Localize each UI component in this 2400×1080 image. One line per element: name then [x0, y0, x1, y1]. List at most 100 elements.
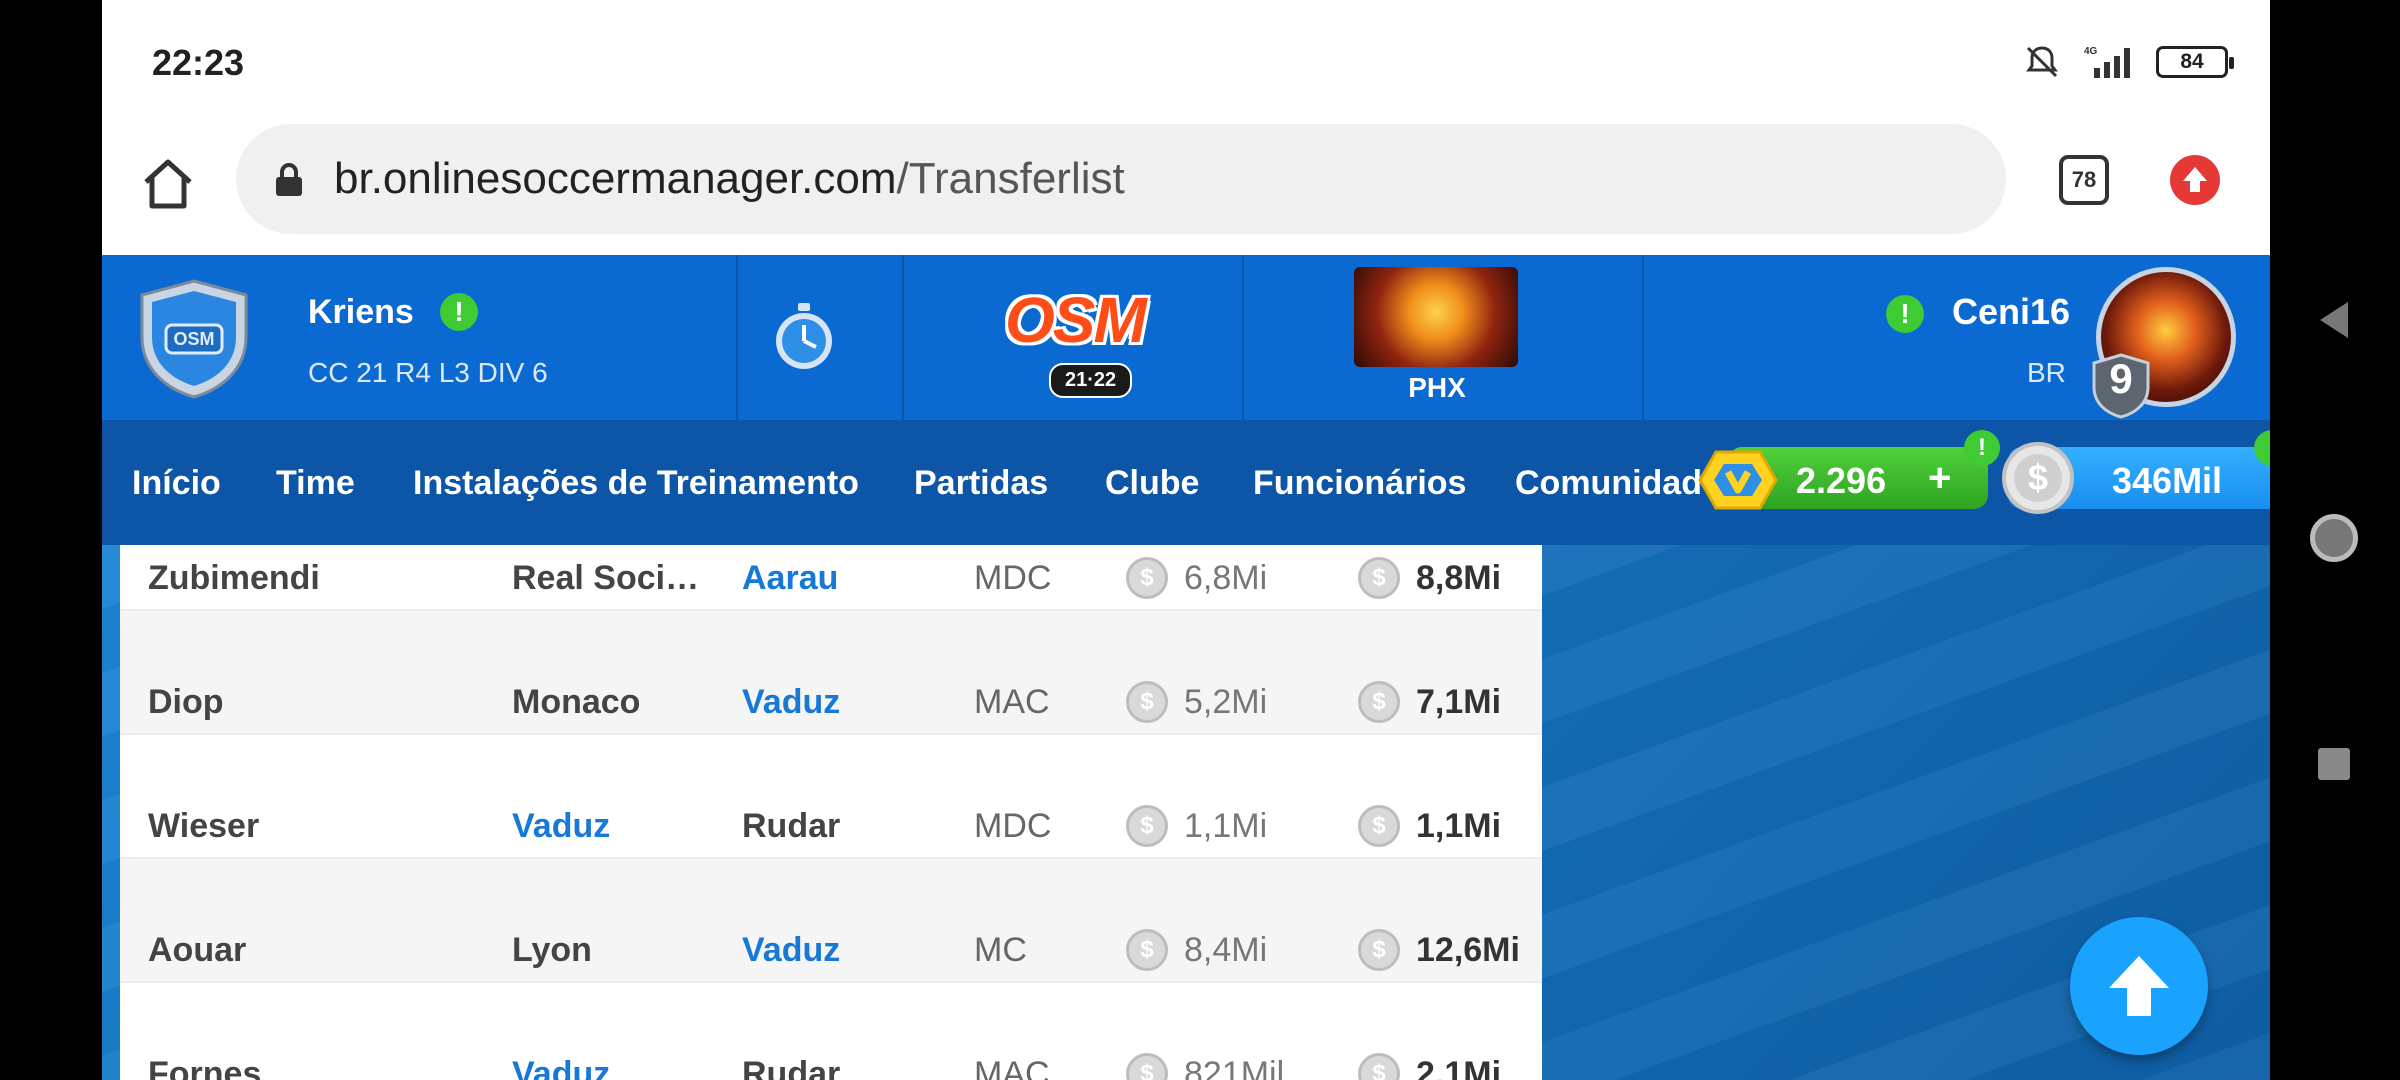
transfer-row[interactable]: Diop Monaco Vaduz MAC $5,2Mi $7,1Mi [120, 611, 1542, 735]
cash-value: 346Mil [2112, 460, 2223, 501]
header-divider [1642, 255, 1644, 420]
header-divider [902, 255, 904, 420]
coins-value: 2.296 [1796, 460, 1887, 501]
system-home-button[interactable] [2310, 514, 2358, 562]
player-name[interactable]: Aouar [148, 931, 246, 970]
player-value: 8,4Mi [1184, 931, 1268, 969]
transfer-price: 2,1Mi [1416, 1055, 1502, 1080]
club-alert-icon[interactable]: ! [440, 293, 478, 331]
main-navigation: Início Time Instalações de Treinamento P… [102, 420, 2270, 545]
nav-item-funcionarios[interactable]: Funcionários [1253, 464, 1466, 503]
add-coins-button[interactable]: + [1928, 456, 1951, 501]
to-club: Rudar [742, 807, 841, 845]
nav-item-clube[interactable]: Clube [1105, 464, 1199, 503]
coin-icon: $ [1126, 929, 1168, 971]
to-club: Rudar [742, 1055, 841, 1080]
coin-icon: $ [1358, 929, 1400, 971]
player-value: 6,8Mi [1184, 559, 1268, 597]
transfer-price: 8,8Mi [1416, 559, 1502, 597]
header-divider [736, 255, 738, 420]
coin-icon: $ [1358, 557, 1400, 599]
coin-icon: $ [1358, 681, 1400, 723]
boss-coins-icon [1698, 450, 1778, 510]
from-club: Real Soci… [512, 559, 700, 597]
svg-text:4G: 4G [2084, 46, 2098, 57]
scroll-to-top-button[interactable] [2070, 917, 2208, 1055]
battery-icon: 84 [2156, 46, 2234, 78]
to-club[interactable]: Vaduz [742, 931, 840, 970]
cash-coin-symbol: $ [2028, 457, 2048, 498]
player-value: 5,2Mi [1184, 683, 1268, 721]
transfer-row[interactable]: Fornes Vaduz Rudar MAC $821Mil $2,1Mi [120, 983, 1542, 1080]
player-position: MDC [974, 559, 1052, 597]
user-name[interactable]: Ceni16 [1952, 291, 2070, 333]
coin-icon: $ [1126, 557, 1168, 599]
player-name[interactable]: Wieser [148, 807, 259, 846]
player-name[interactable]: Zubimendi [148, 559, 320, 598]
notifications-muted-icon [2026, 46, 2058, 78]
cash-coin-icon: $ [2002, 442, 2074, 514]
coin-icon: $ [1126, 805, 1168, 847]
player-value: 1,1Mi [1184, 807, 1268, 845]
stopwatch-icon[interactable] [772, 301, 836, 373]
player-position: MC [974, 931, 1027, 969]
phone-screen: 22:23 4G 84 br.onlinesoccermanager.com/T… [102, 0, 2270, 1080]
from-club: Lyon [512, 931, 592, 969]
player-value: 821Mil [1184, 1055, 1285, 1080]
to-club[interactable]: Aarau [742, 559, 838, 598]
osm-logo[interactable]: OSM 21·22 [1005, 283, 1175, 398]
manager-team-code: PHX [1408, 372, 1466, 403]
player-position: MAC [974, 1055, 1050, 1080]
tab-switcher-button[interactable]: 78 [2059, 155, 2109, 205]
user-country: BR [2027, 357, 2066, 388]
system-recents-button[interactable] [2318, 748, 2350, 780]
nav-item-inicio[interactable]: Início [132, 464, 221, 503]
transfer-row[interactable]: Zubimendi Real Soci… Aarau MDC $6,8Mi $8,8Mi [120, 545, 1542, 611]
user-alert-icon[interactable]: ! [1886, 295, 1924, 333]
player-name[interactable]: Diop [148, 683, 224, 722]
from-club[interactable]: Vaduz [512, 807, 610, 846]
nav-item-instalacoes[interactable]: Instalações de Treinamento [413, 464, 859, 503]
transfer-row[interactable]: Aouar Lyon Vaduz MC $8,4Mi $12,6Mi [120, 859, 1542, 983]
transfer-list-table: Zubimendi Real Soci… Aarau MDC $6,8Mi $8,8Mi D… [120, 545, 1542, 1080]
nav-item-partidas[interactable]: Partidas [914, 464, 1048, 503]
url-path: /Transferlist [896, 154, 1125, 203]
clock: 22:23 [152, 42, 245, 83]
club-name[interactable]: Kriens [308, 293, 414, 332]
to-club[interactable]: Vaduz [742, 683, 840, 722]
coin-icon: $ [1358, 805, 1400, 847]
from-club[interactable]: Vaduz [512, 1055, 610, 1080]
coin-icon: $ [1126, 681, 1168, 723]
transfer-row[interactable]: Wieser Vaduz Rudar MDC $1,1Mi $1,1Mi [120, 735, 1542, 859]
transfer-price: 12,6Mi [1416, 931, 1520, 969]
nav-item-time[interactable]: Time [276, 464, 355, 503]
player-position: MDC [974, 807, 1052, 845]
arrow-up-icon [2109, 956, 2169, 1016]
user-level: 9 [2109, 355, 2133, 402]
club-league: CC 21 R4 L3 DIV 6 [308, 357, 548, 388]
status-bar: 22:23 4G 84 [102, 0, 2270, 120]
manager-team-logo[interactable] [1354, 267, 1518, 367]
address-bar[interactable]: br.onlinesoccermanager.com/Transferlist [236, 124, 2006, 234]
season-badge: 21·22 [1049, 363, 1133, 398]
transfer-price: 1,1Mi [1416, 807, 1502, 845]
coins-alert-icon[interactable]: ! [1964, 430, 2000, 466]
osm-logo-text: OSM [1005, 284, 1147, 356]
url-domain: br.onlinesoccermanager.com [334, 154, 897, 203]
player-position: MAC [974, 683, 1050, 721]
url-text[interactable]: br.onlinesoccermanager.com/Transferlist [334, 154, 1125, 204]
transfer-price: 7,1Mi [1416, 683, 1502, 721]
game-header: OSM Kriens ! CC 21 R4 L3 DIV 6 OSM 21·22… [102, 255, 2270, 420]
signal-icon: 4G [2084, 46, 2130, 78]
coin-icon: $ [1126, 1053, 1168, 1080]
nav-item-comunidade[interactable]: Comunidade [1515, 464, 1721, 503]
player-name[interactable]: Fornes [148, 1055, 261, 1080]
system-back-icon[interactable] [2316, 300, 2352, 340]
club-badge-icon[interactable]: OSM [134, 277, 254, 401]
content-area: Zubimendi Real Soci… Aarau MDC $6,8Mi $8,8Mi D… [102, 545, 2270, 1080]
from-club: Monaco [512, 683, 641, 721]
coin-icon: $ [1358, 1053, 1400, 1080]
update-button[interactable] [2170, 155, 2220, 205]
home-icon[interactable] [138, 154, 198, 214]
club-badge-text: OSM [173, 329, 214, 349]
